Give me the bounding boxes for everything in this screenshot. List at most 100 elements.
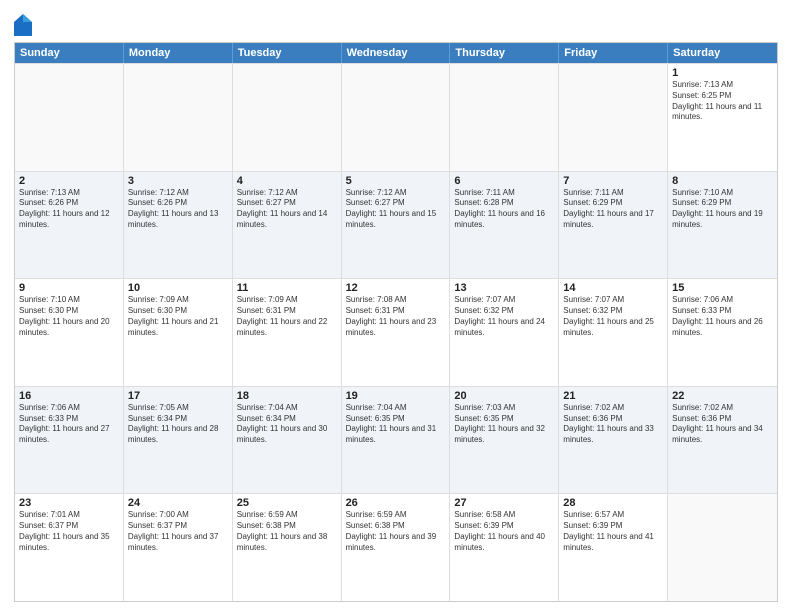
calendar-cell: 17Sunrise: 7:05 AM Sunset: 6:34 PM Dayli… — [124, 387, 233, 494]
day-number: 10 — [128, 282, 228, 294]
cell-info: Sunrise: 7:05 AM Sunset: 6:34 PM Dayligh… — [128, 403, 228, 446]
calendar-cell — [559, 64, 668, 171]
calendar-cell: 19Sunrise: 7:04 AM Sunset: 6:35 PM Dayli… — [342, 387, 451, 494]
cell-info: Sunrise: 7:03 AM Sunset: 6:35 PM Dayligh… — [454, 403, 554, 446]
day-number: 3 — [128, 175, 228, 187]
calendar-cell: 24Sunrise: 7:00 AM Sunset: 6:37 PM Dayli… — [124, 494, 233, 601]
calendar-cell: 10Sunrise: 7:09 AM Sunset: 6:30 PM Dayli… — [124, 279, 233, 386]
cell-info: Sunrise: 7:02 AM Sunset: 6:36 PM Dayligh… — [563, 403, 663, 446]
cell-info: Sunrise: 7:10 AM Sunset: 6:30 PM Dayligh… — [19, 295, 119, 338]
calendar-cell: 28Sunrise: 6:57 AM Sunset: 6:39 PM Dayli… — [559, 494, 668, 601]
day-number: 2 — [19, 175, 119, 187]
calendar-row-3: 9Sunrise: 7:10 AM Sunset: 6:30 PM Daylig… — [15, 278, 777, 386]
cell-info: Sunrise: 7:06 AM Sunset: 6:33 PM Dayligh… — [19, 403, 119, 446]
header-day-saturday: Saturday — [668, 43, 777, 63]
header-day-friday: Friday — [559, 43, 668, 63]
cell-info: Sunrise: 6:59 AM Sunset: 6:38 PM Dayligh… — [237, 510, 337, 553]
calendar-cell: 1Sunrise: 7:13 AM Sunset: 6:25 PM Daylig… — [668, 64, 777, 171]
calendar-cell: 18Sunrise: 7:04 AM Sunset: 6:34 PM Dayli… — [233, 387, 342, 494]
calendar-cell: 16Sunrise: 7:06 AM Sunset: 6:33 PM Dayli… — [15, 387, 124, 494]
page: SundayMondayTuesdayWednesdayThursdayFrid… — [0, 0, 792, 612]
calendar-cell — [668, 494, 777, 601]
day-number: 20 — [454, 390, 554, 402]
day-number: 23 — [19, 497, 119, 509]
day-number: 7 — [563, 175, 663, 187]
header — [14, 10, 778, 36]
calendar-cell — [450, 64, 559, 171]
cell-info: Sunrise: 7:09 AM Sunset: 6:30 PM Dayligh… — [128, 295, 228, 338]
cell-info: Sunrise: 7:12 AM Sunset: 6:27 PM Dayligh… — [237, 188, 337, 231]
day-number: 8 — [672, 175, 773, 187]
header-day-sunday: Sunday — [15, 43, 124, 63]
calendar-cell: 26Sunrise: 6:59 AM Sunset: 6:38 PM Dayli… — [342, 494, 451, 601]
day-number: 15 — [672, 282, 773, 294]
calendar-cell: 12Sunrise: 7:08 AM Sunset: 6:31 PM Dayli… — [342, 279, 451, 386]
calendar: SundayMondayTuesdayWednesdayThursdayFrid… — [14, 42, 778, 602]
calendar-cell: 5Sunrise: 7:12 AM Sunset: 6:27 PM Daylig… — [342, 172, 451, 279]
cell-info: Sunrise: 7:01 AM Sunset: 6:37 PM Dayligh… — [19, 510, 119, 553]
cell-info: Sunrise: 7:00 AM Sunset: 6:37 PM Dayligh… — [128, 510, 228, 553]
calendar-cell: 21Sunrise: 7:02 AM Sunset: 6:36 PM Dayli… — [559, 387, 668, 494]
day-number: 24 — [128, 497, 228, 509]
cell-info: Sunrise: 7:02 AM Sunset: 6:36 PM Dayligh… — [672, 403, 773, 446]
day-number: 27 — [454, 497, 554, 509]
calendar-cell: 7Sunrise: 7:11 AM Sunset: 6:29 PM Daylig… — [559, 172, 668, 279]
calendar-cell — [342, 64, 451, 171]
day-number: 28 — [563, 497, 663, 509]
cell-info: Sunrise: 6:57 AM Sunset: 6:39 PM Dayligh… — [563, 510, 663, 553]
calendar-row-4: 16Sunrise: 7:06 AM Sunset: 6:33 PM Dayli… — [15, 386, 777, 494]
cell-info: Sunrise: 7:07 AM Sunset: 6:32 PM Dayligh… — [454, 295, 554, 338]
day-number: 6 — [454, 175, 554, 187]
calendar-cell: 23Sunrise: 7:01 AM Sunset: 6:37 PM Dayli… — [15, 494, 124, 601]
day-number: 22 — [672, 390, 773, 402]
day-number: 12 — [346, 282, 446, 294]
calendar-cell: 25Sunrise: 6:59 AM Sunset: 6:38 PM Dayli… — [233, 494, 342, 601]
calendar-cell: 15Sunrise: 7:06 AM Sunset: 6:33 PM Dayli… — [668, 279, 777, 386]
cell-info: Sunrise: 7:13 AM Sunset: 6:26 PM Dayligh… — [19, 188, 119, 231]
day-number: 17 — [128, 390, 228, 402]
calendar-row-2: 2Sunrise: 7:13 AM Sunset: 6:26 PM Daylig… — [15, 171, 777, 279]
day-number: 11 — [237, 282, 337, 294]
header-day-tuesday: Tuesday — [233, 43, 342, 63]
cell-info: Sunrise: 6:58 AM Sunset: 6:39 PM Dayligh… — [454, 510, 554, 553]
logo — [14, 14, 34, 36]
day-number: 13 — [454, 282, 554, 294]
calendar-row-1: 1Sunrise: 7:13 AM Sunset: 6:25 PM Daylig… — [15, 63, 777, 171]
calendar-cell: 22Sunrise: 7:02 AM Sunset: 6:36 PM Dayli… — [668, 387, 777, 494]
day-number: 19 — [346, 390, 446, 402]
day-number: 4 — [237, 175, 337, 187]
calendar-body: 1Sunrise: 7:13 AM Sunset: 6:25 PM Daylig… — [15, 63, 777, 601]
cell-info: Sunrise: 7:06 AM Sunset: 6:33 PM Dayligh… — [672, 295, 773, 338]
day-number: 1 — [672, 67, 773, 79]
logo-icon — [14, 14, 32, 36]
calendar-cell — [233, 64, 342, 171]
calendar-cell: 14Sunrise: 7:07 AM Sunset: 6:32 PM Dayli… — [559, 279, 668, 386]
cell-info: Sunrise: 7:12 AM Sunset: 6:27 PM Dayligh… — [346, 188, 446, 231]
cell-info: Sunrise: 7:12 AM Sunset: 6:26 PM Dayligh… — [128, 188, 228, 231]
day-number: 16 — [19, 390, 119, 402]
calendar-cell: 13Sunrise: 7:07 AM Sunset: 6:32 PM Dayli… — [450, 279, 559, 386]
calendar-row-5: 23Sunrise: 7:01 AM Sunset: 6:37 PM Dayli… — [15, 493, 777, 601]
calendar-cell: 11Sunrise: 7:09 AM Sunset: 6:31 PM Dayli… — [233, 279, 342, 386]
day-number: 25 — [237, 497, 337, 509]
day-number: 9 — [19, 282, 119, 294]
day-number: 5 — [346, 175, 446, 187]
calendar-cell — [124, 64, 233, 171]
calendar-cell: 8Sunrise: 7:10 AM Sunset: 6:29 PM Daylig… — [668, 172, 777, 279]
cell-info: Sunrise: 7:04 AM Sunset: 6:35 PM Dayligh… — [346, 403, 446, 446]
day-number: 14 — [563, 282, 663, 294]
calendar-cell — [15, 64, 124, 171]
cell-info: Sunrise: 7:09 AM Sunset: 6:31 PM Dayligh… — [237, 295, 337, 338]
cell-info: Sunrise: 6:59 AM Sunset: 6:38 PM Dayligh… — [346, 510, 446, 553]
header-day-thursday: Thursday — [450, 43, 559, 63]
day-number: 18 — [237, 390, 337, 402]
cell-info: Sunrise: 7:08 AM Sunset: 6:31 PM Dayligh… — [346, 295, 446, 338]
cell-info: Sunrise: 7:11 AM Sunset: 6:28 PM Dayligh… — [454, 188, 554, 231]
calendar-cell: 4Sunrise: 7:12 AM Sunset: 6:27 PM Daylig… — [233, 172, 342, 279]
cell-info: Sunrise: 7:10 AM Sunset: 6:29 PM Dayligh… — [672, 188, 773, 231]
cell-info: Sunrise: 7:07 AM Sunset: 6:32 PM Dayligh… — [563, 295, 663, 338]
day-number: 21 — [563, 390, 663, 402]
header-day-wednesday: Wednesday — [342, 43, 451, 63]
day-number: 26 — [346, 497, 446, 509]
calendar-cell: 20Sunrise: 7:03 AM Sunset: 6:35 PM Dayli… — [450, 387, 559, 494]
